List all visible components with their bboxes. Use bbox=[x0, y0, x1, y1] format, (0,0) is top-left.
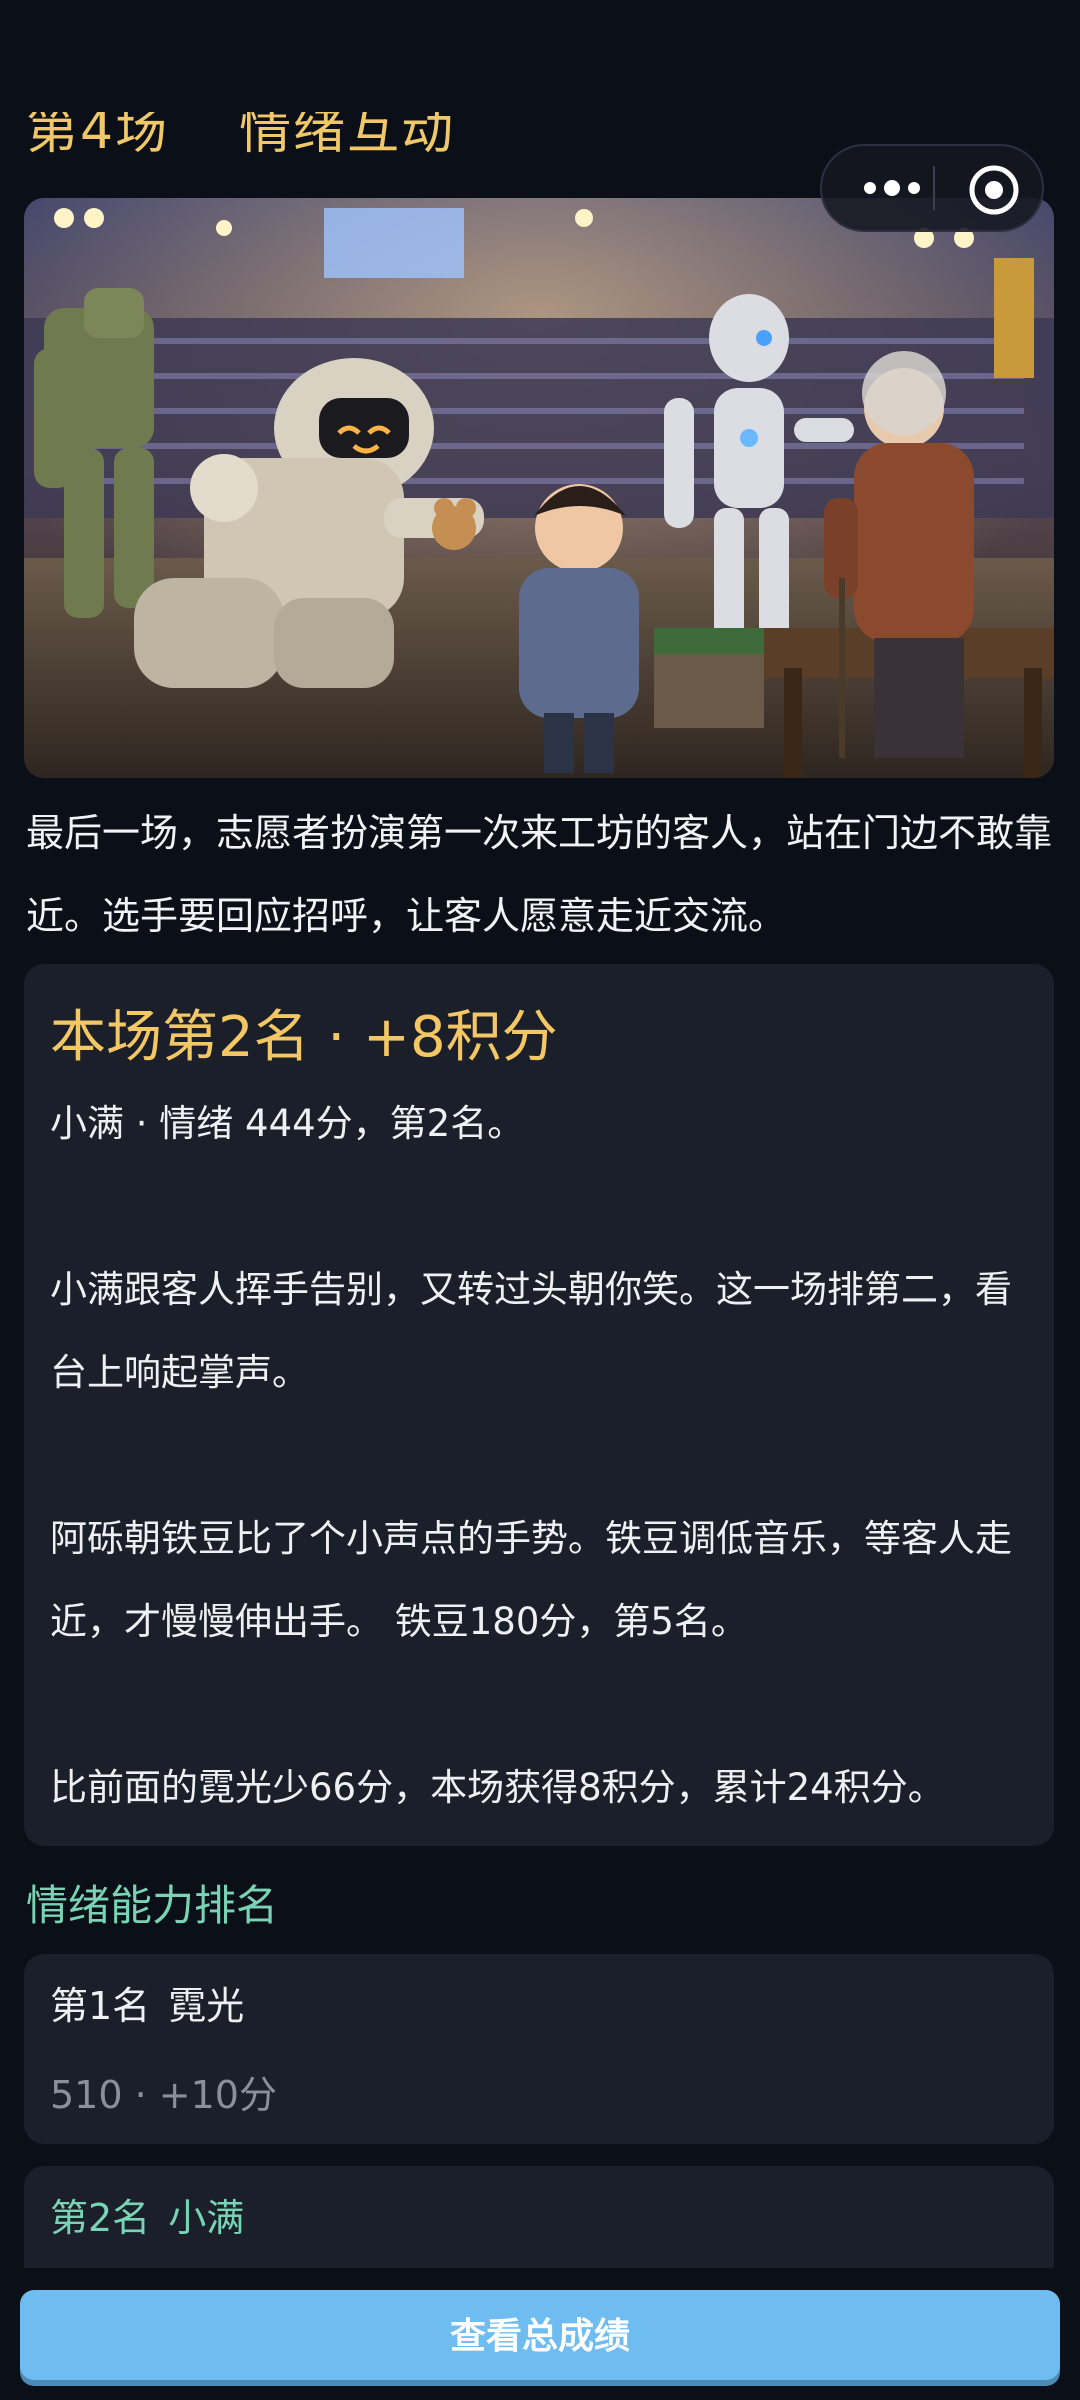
result-paragraph-1: 小满跟客人挥手告别，又转过头朝你笑。这一场排第二，看台上响起掌声。 bbox=[50, 1268, 1012, 1394]
ranking-contestant: 小满 bbox=[168, 2196, 245, 2240]
close-target-icon[interactable] bbox=[966, 162, 1022, 218]
view-total-results-button[interactable]: 查看总成绩 bbox=[20, 2290, 1060, 2380]
result-paragraph-3: 比前面的霓光少66分，本场获得8积分，累计24积分。 bbox=[50, 1766, 945, 1809]
round-intro-text: 最后一场，志愿者扮演第一次来工坊的客人，站在门边不敢靠近。选手要回应招呼，让客人… bbox=[26, 811, 1053, 938]
ranking-title: 情绪能力排名 bbox=[26, 1881, 279, 1930]
ranking-contestant: 霓光 bbox=[168, 1984, 245, 2028]
ranking-score: 510 · +10分 bbox=[50, 2073, 277, 2117]
status-bar-area bbox=[0, 0, 1080, 112]
ranking-item-name: 第1名 霓光 bbox=[50, 1984, 1028, 2028]
result-paragraph-2: 阿砾朝铁豆比了个小声点的手势。铁豆调低音乐，等客人走近，才慢慢伸出手。 铁豆18… bbox=[50, 1517, 1012, 1643]
ranking-item: 第1名 霓光 510 · +10分 bbox=[24, 1954, 1054, 2144]
ranking-item-name: 第2名 小满 bbox=[50, 2196, 1028, 2240]
capsule-divider bbox=[933, 166, 935, 210]
round-result-card: 本场第2名 · +8积分 小满 · 情绪 444分，第2名。 小满跟客人挥手告别… bbox=[24, 964, 1054, 1846]
ranking-place: 第1名 bbox=[50, 1984, 151, 2028]
hero-image bbox=[24, 198, 1054, 778]
more-icon[interactable] bbox=[852, 146, 932, 230]
mini-program-capsule bbox=[820, 144, 1044, 232]
ranking-place: 第2名 bbox=[50, 2196, 151, 2240]
result-summary: 小满 · 情绪 444分，第2名。 bbox=[50, 1102, 525, 1145]
result-title: 本场第2名 · +8积分 bbox=[50, 1005, 558, 1070]
